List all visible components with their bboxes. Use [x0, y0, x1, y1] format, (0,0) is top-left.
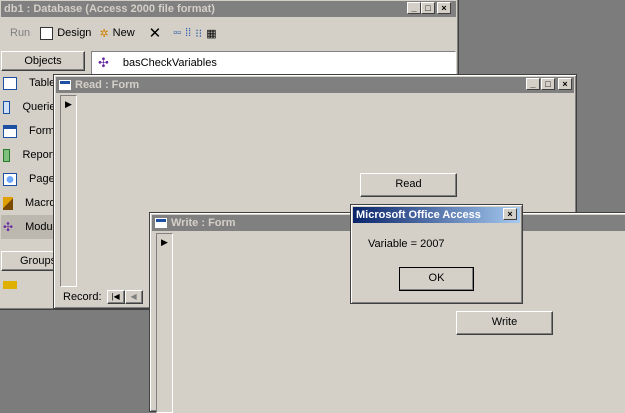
query-icon [3, 100, 11, 114]
ok-button[interactable]: OK [399, 267, 474, 291]
objects-item-macros[interactable]: Macros [1, 191, 61, 215]
record-selector-icon: ▶ [65, 99, 72, 109]
db-close-button[interactable]: × [437, 2, 451, 14]
form-icon [155, 218, 167, 228]
minimize-icon: _ [530, 79, 536, 89]
read-record-selector[interactable]: ▶ [60, 95, 77, 287]
objects-item-queries[interactable]: Queries [1, 95, 61, 119]
read-form-titlebar[interactable]: Read : Form [56, 77, 574, 93]
database-titlebar[interactable]: db1 : Database (Access 2000 file format) [1, 1, 456, 17]
write-button[interactable]: Write [456, 311, 553, 335]
table-icon [3, 76, 17, 90]
module-icon: ✣ [98, 55, 109, 70]
record-selector-icon: ▶ [161, 237, 168, 247]
message-box-close-button[interactable]: × [503, 208, 517, 220]
read-close-button[interactable]: × [558, 78, 572, 90]
previous-record-button[interactable]: ◀ [124, 290, 143, 304]
module-icon: ✣ [3, 219, 14, 234]
close-icon: × [562, 79, 568, 89]
read-record-navigation: Record: |◀ ◀ [60, 289, 160, 305]
write-form-title: Write : Form [171, 217, 236, 229]
record-label: Record: [63, 291, 102, 303]
objects-list: Tables Queries Forms Reports Pages Macro… [1, 71, 85, 291]
design-button[interactable]: Design [57, 27, 91, 39]
first-record-button[interactable]: |◀ [106, 290, 125, 304]
minimize-icon: _ [411, 3, 417, 13]
read-button-label: Read [395, 178, 422, 190]
read-button[interactable]: Read [360, 173, 457, 197]
database-toolbar: Run Design ✲ New ✕ ▫▫ ⁞⁞ ⁝⁝ ▦ [3, 23, 263, 43]
report-icon [3, 148, 11, 162]
read-maximize-button[interactable]: □ [541, 78, 555, 90]
read-form-title: Read : Form [75, 79, 140, 91]
list-icon[interactable]: ⁝⁝ [195, 27, 202, 40]
delete-icon[interactable]: ✕ [149, 24, 162, 42]
macro-icon [3, 196, 13, 210]
form-icon [59, 80, 71, 90]
objects-item-pages[interactable]: Pages [1, 167, 61, 191]
objects-header[interactable]: Objects [1, 51, 85, 71]
message-box-title: Microsoft Office Access [356, 209, 481, 221]
details-icon[interactable]: ▦ [206, 27, 216, 40]
maximize-icon: □ [545, 79, 551, 89]
new-icon: ✲ [99, 27, 109, 40]
groups-header-label: Groups [20, 255, 57, 267]
write-button-label: Write [491, 316, 518, 328]
db-maximize-button[interactable]: □ [421, 2, 435, 14]
close-icon: × [507, 209, 513, 219]
new-button[interactable]: New [113, 27, 135, 39]
database-title: db1 : Database (Access 2000 file format) [4, 3, 215, 15]
module-list-item[interactable]: ✣ basCheckVariables [98, 55, 217, 71]
favorites-icon [3, 281, 17, 289]
design-icon [40, 26, 54, 40]
small-icons-icon[interactable]: ⁞⁞ [185, 27, 191, 39]
objects-item-modules[interactable]: ✣ Modules [1, 215, 67, 239]
write-record-selector[interactable]: ▶ [156, 233, 173, 413]
module-list: ✣ basCheckVariables [91, 51, 456, 75]
close-icon: × [441, 3, 447, 13]
message-text: Variable = 2007 [368, 238, 445, 250]
large-icons-icon[interactable]: ▫▫ [173, 27, 181, 39]
favorites-item[interactable] [1, 275, 61, 289]
objects-item-reports[interactable]: Reports [1, 143, 61, 167]
objects-item-forms[interactable]: Forms [1, 119, 61, 143]
page-icon [3, 172, 17, 186]
db-minimize-button[interactable]: _ [407, 2, 421, 14]
ok-button-label: OK [428, 272, 445, 284]
message-box-titlebar[interactable]: Microsoft Office Access [353, 207, 520, 223]
form-icon [3, 124, 17, 138]
run-button[interactable]: Run [10, 27, 30, 39]
objects-item-tables[interactable]: Tables [1, 71, 61, 95]
objects-header-label: Objects [24, 55, 62, 67]
module-name: basCheckVariables [122, 57, 217, 69]
maximize-icon: □ [425, 3, 431, 13]
message-box: Microsoft Office Access × Variable = 200… [350, 204, 523, 304]
read-minimize-button[interactable]: _ [526, 78, 540, 90]
